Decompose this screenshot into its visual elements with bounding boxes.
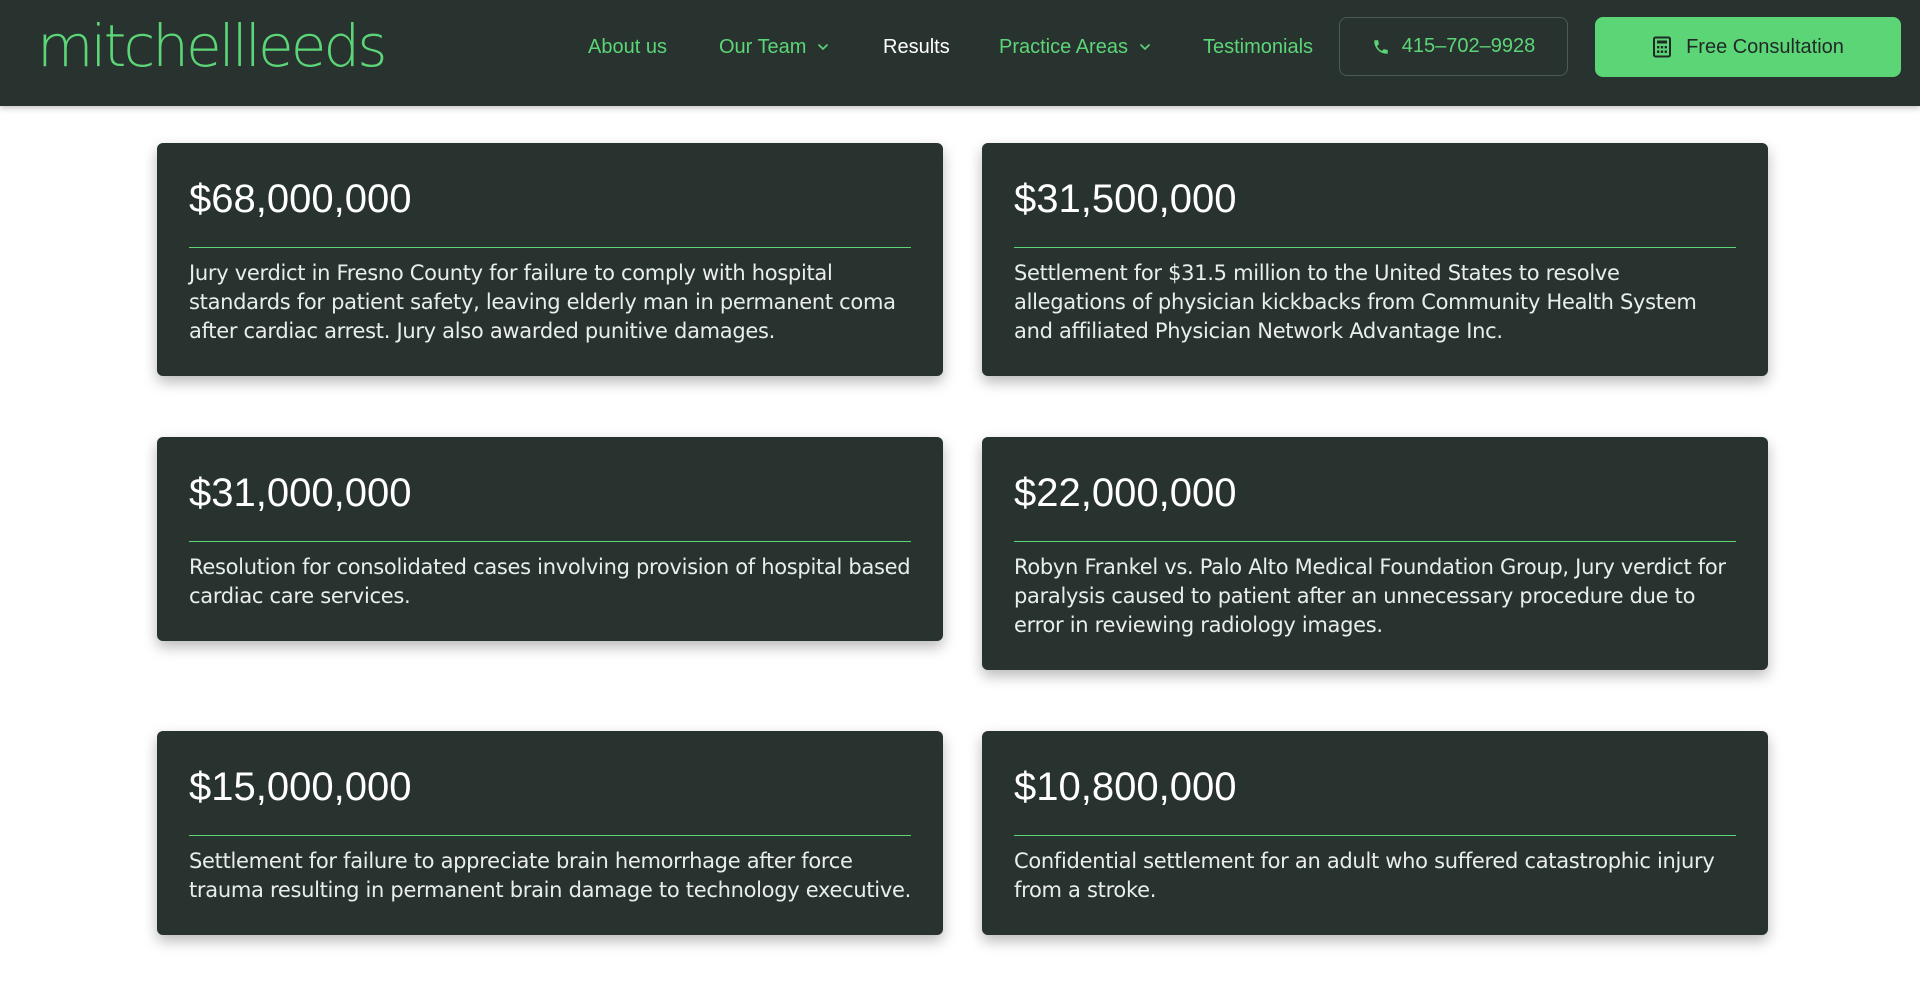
free-consultation-button[interactable]: Free Consultation [1595,17,1901,77]
chevron-down-icon [816,40,830,54]
nav-item-about-us[interactable]: About us [588,32,667,62]
result-divider [1014,247,1736,248]
result-card: $31,500,000 Settlement for $31.5 million… [982,143,1768,376]
phone-number: 415–702–9928 [1401,35,1536,57]
result-description: Settlement for failure to appreciate bra… [189,849,911,902]
result-card: $15,000,000 Settlement for failure to ap… [157,731,943,935]
result-card: $68,000,000 Jury verdict in Fresno Count… [157,143,943,376]
result-card: $22,000,000 Robyn Frankel vs. Palo Alto … [982,437,1768,670]
result-amount: $15,000,000 [189,765,412,809]
result-description: Settlement for $31.5 million to the Unit… [1014,261,1697,343]
result-card: $31,000,000 Resolution for consolidated … [157,437,943,641]
result-amount: $10,800,000 [1014,765,1237,809]
free-consultation-label: Free Consultation [1686,35,1844,58]
calculator-icon [1652,36,1672,58]
nav-item-label: Testimonials [1203,36,1314,58]
phone-icon [1372,38,1390,56]
chevron-down-icon [1138,40,1152,54]
result-description: Jury verdict in Fresno County for failur… [189,261,896,343]
nav-item-label: Our Team [719,36,807,58]
result-card: $10,800,000 Confidential settlement for … [982,731,1768,935]
result-amount: $31,000,000 [189,471,412,515]
nav-item-label: About us [588,36,667,58]
site-header: mitchellleeds About us Our Team Results … [0,0,1920,106]
nav-item-results[interactable]: Results [883,32,950,62]
result-amount: $22,000,000 [1014,471,1237,515]
result-divider [1014,835,1736,836]
nav-item-our-team[interactable]: Our Team [719,32,830,62]
result-amount: $31,500,000 [1014,177,1237,221]
main-nav: About us Our Team Results Practice Areas… [0,0,1920,94]
result-divider [1014,541,1736,542]
result-description: Resolution for consolidated cases involv… [189,555,911,608]
result-divider [189,835,911,836]
nav-item-label: Practice Areas [999,36,1128,58]
result-description: Robyn Frankel vs. Palo Alto Medical Foun… [1014,555,1726,637]
result-divider [189,541,911,542]
nav-item-practice-areas[interactable]: Practice Areas [999,32,1152,62]
phone-button[interactable]: 415–702–9928 [1339,17,1568,76]
result-description: Confidential settlement for an adult who… [1014,849,1715,902]
nav-item-testimonials[interactable]: Testimonials [1203,32,1313,62]
nav-item-label: Results [883,36,950,58]
result-divider [189,247,911,248]
result-amount: $68,000,000 [189,177,412,221]
